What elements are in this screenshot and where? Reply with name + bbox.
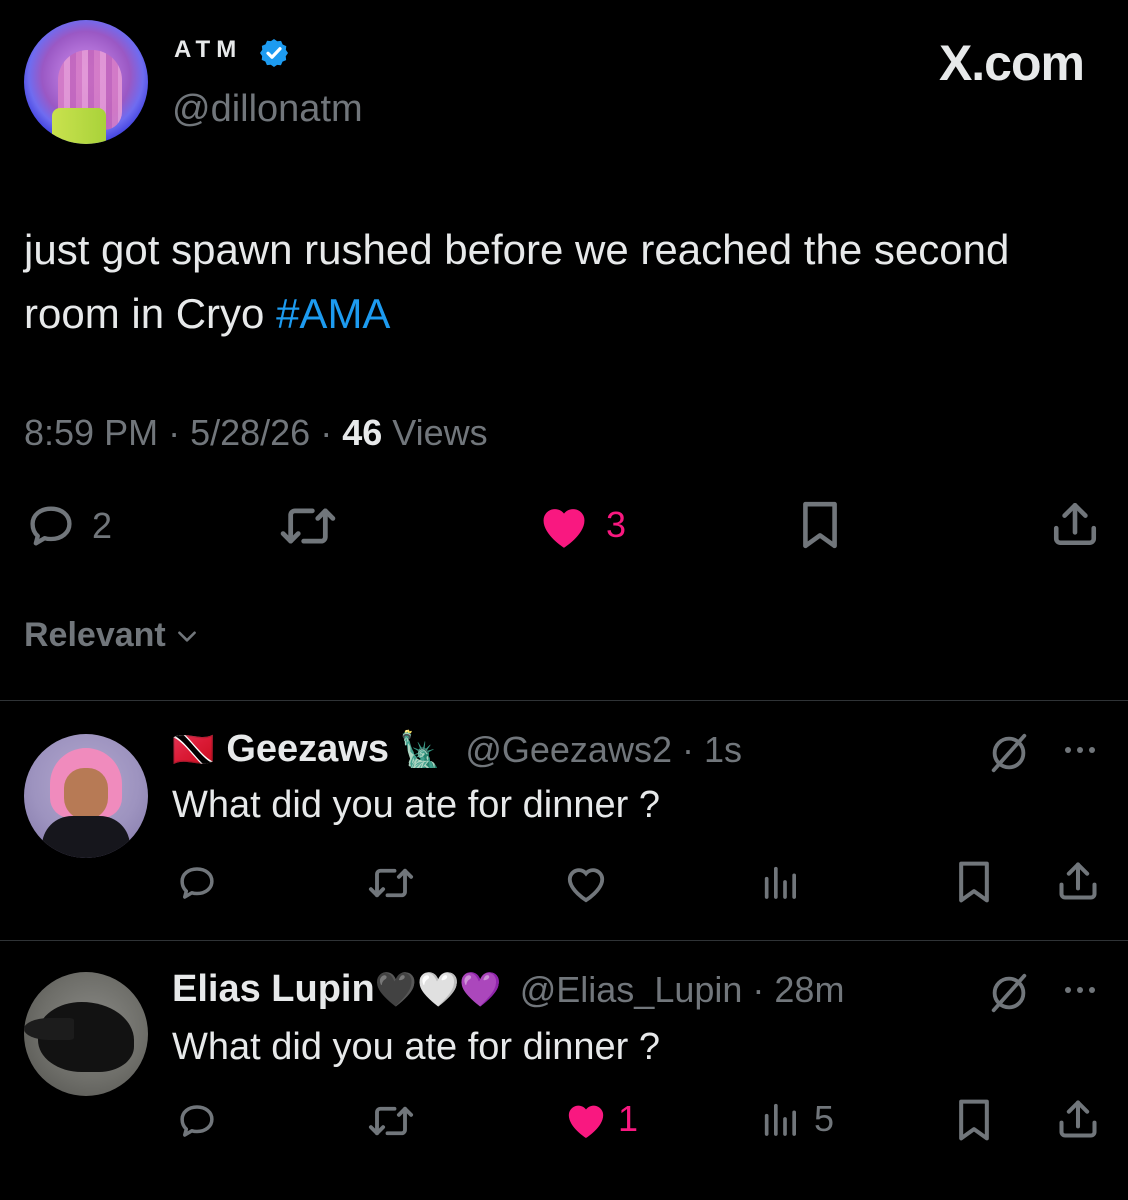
bookmark-icon — [796, 500, 844, 550]
reply-repost-button[interactable] — [364, 862, 418, 904]
reply-reply-button[interactable] — [174, 1100, 220, 1142]
views-icon — [760, 1099, 800, 1139]
divider — [0, 940, 1128, 941]
share-icon — [1059, 862, 1097, 900]
grok-icon[interactable] — [986, 970, 1032, 1016]
reply-avatar[interactable] — [24, 734, 148, 858]
tweet-meta: 8:59 PM · 5/28/26 · 46 Views — [24, 412, 488, 453]
reply-icon — [180, 1105, 214, 1137]
brand-label: X.com — [938, 35, 1085, 91]
heart-filled-icon — [536, 500, 592, 550]
reply-age[interactable]: 1s — [704, 729, 742, 771]
bookmark-icon — [959, 861, 989, 903]
tweet-time[interactable]: 8:59 PM — [24, 412, 158, 453]
repost-icon — [276, 500, 340, 552]
author-handle[interactable]: @dillonatm — [172, 88, 363, 131]
reply-author-name[interactable]: Geezaws — [226, 728, 389, 771]
sort-label: Relevant — [24, 616, 166, 654]
like-count: 3 — [606, 504, 627, 545]
reply-icon — [180, 867, 214, 899]
tweet-date[interactable]: 5/28/26 — [190, 412, 310, 453]
tweet-text-body: just got spawn rushed before we reached … — [24, 226, 1010, 337]
bookmark-button[interactable] — [796, 500, 844, 550]
tweet-text: just got spawn rushed before we reached … — [24, 218, 1084, 346]
more-options-icon[interactable] — [1060, 738, 1100, 762]
reply-like-count: 1 — [618, 1098, 639, 1139]
author-avatar[interactable] — [24, 20, 148, 144]
reply-avatar[interactable] — [24, 972, 148, 1096]
reply-author-handle[interactable]: @Elias_Lupin — [520, 969, 743, 1011]
views-count: 46 — [342, 412, 383, 453]
share-button[interactable] — [1050, 498, 1100, 550]
reply-text: What did you ate for dinner ? — [172, 1026, 660, 1068]
reply-views-button[interactable] — [760, 862, 800, 902]
bookmark-icon — [959, 1099, 989, 1141]
more-options-icon[interactable] — [1060, 978, 1100, 1002]
heart-icon — [567, 868, 605, 903]
like-button[interactable]: 3 — [536, 500, 626, 550]
chevron-down-icon — [174, 623, 200, 649]
share-icon — [1059, 1100, 1097, 1138]
reply-author-handle[interactable]: @Geezaws2 — [465, 729, 672, 771]
reply-reply-button[interactable] — [174, 862, 220, 904]
repost-icon — [368, 1106, 414, 1136]
reply-author-name[interactable]: Elias Lupin — [172, 968, 375, 1011]
flag-emoji: 🇹🇹 — [172, 730, 215, 769]
reply-share-button[interactable] — [1056, 1096, 1100, 1142]
hearts-emoji: 🖤🤍💜 — [374, 970, 502, 1009]
reply-bookmark-button[interactable] — [954, 860, 994, 904]
reply-text: What did you ate for dinner ? — [172, 784, 660, 826]
repost-icon — [368, 868, 414, 898]
views-icon — [764, 866, 796, 899]
reply-count: 2 — [92, 505, 113, 546]
grok-icon[interactable] — [986, 730, 1032, 776]
verified-badge-icon — [258, 37, 290, 69]
reply-header: 🇹🇹 Geezaws 🗽 @Geezaws2 · 1s — [172, 728, 743, 771]
reply-views-count: 5 — [814, 1098, 835, 1139]
repost-button[interactable] — [276, 500, 340, 552]
reply-share-button[interactable] — [1056, 858, 1100, 904]
reply-icon — [24, 500, 78, 552]
reply-repost-button[interactable] — [364, 1100, 418, 1142]
hashtag-link[interactable]: #AMA — [276, 290, 390, 337]
reply-button[interactable]: 2 — [24, 500, 112, 552]
author-name[interactable]: ATM — [174, 36, 242, 64]
reply-header: Elias Lupin 🖤🤍💜 @Elias_Lupin · 28m — [172, 968, 845, 1011]
views-label: Views — [392, 412, 488, 453]
sort-dropdown[interactable]: Relevant — [24, 616, 200, 655]
reply-age[interactable]: 28m — [774, 969, 844, 1011]
reply-like-button[interactable]: 1 — [562, 1098, 638, 1140]
reply-like-button[interactable] — [562, 862, 610, 904]
share-icon — [1050, 498, 1100, 550]
reply-views-button[interactable]: 5 — [760, 1098, 834, 1140]
divider — [0, 700, 1128, 701]
statue-of-liberty-emoji: 🗽 — [399, 730, 442, 769]
reply-bookmark-button[interactable] — [954, 1098, 994, 1142]
heart-filled-icon — [562, 1098, 610, 1140]
